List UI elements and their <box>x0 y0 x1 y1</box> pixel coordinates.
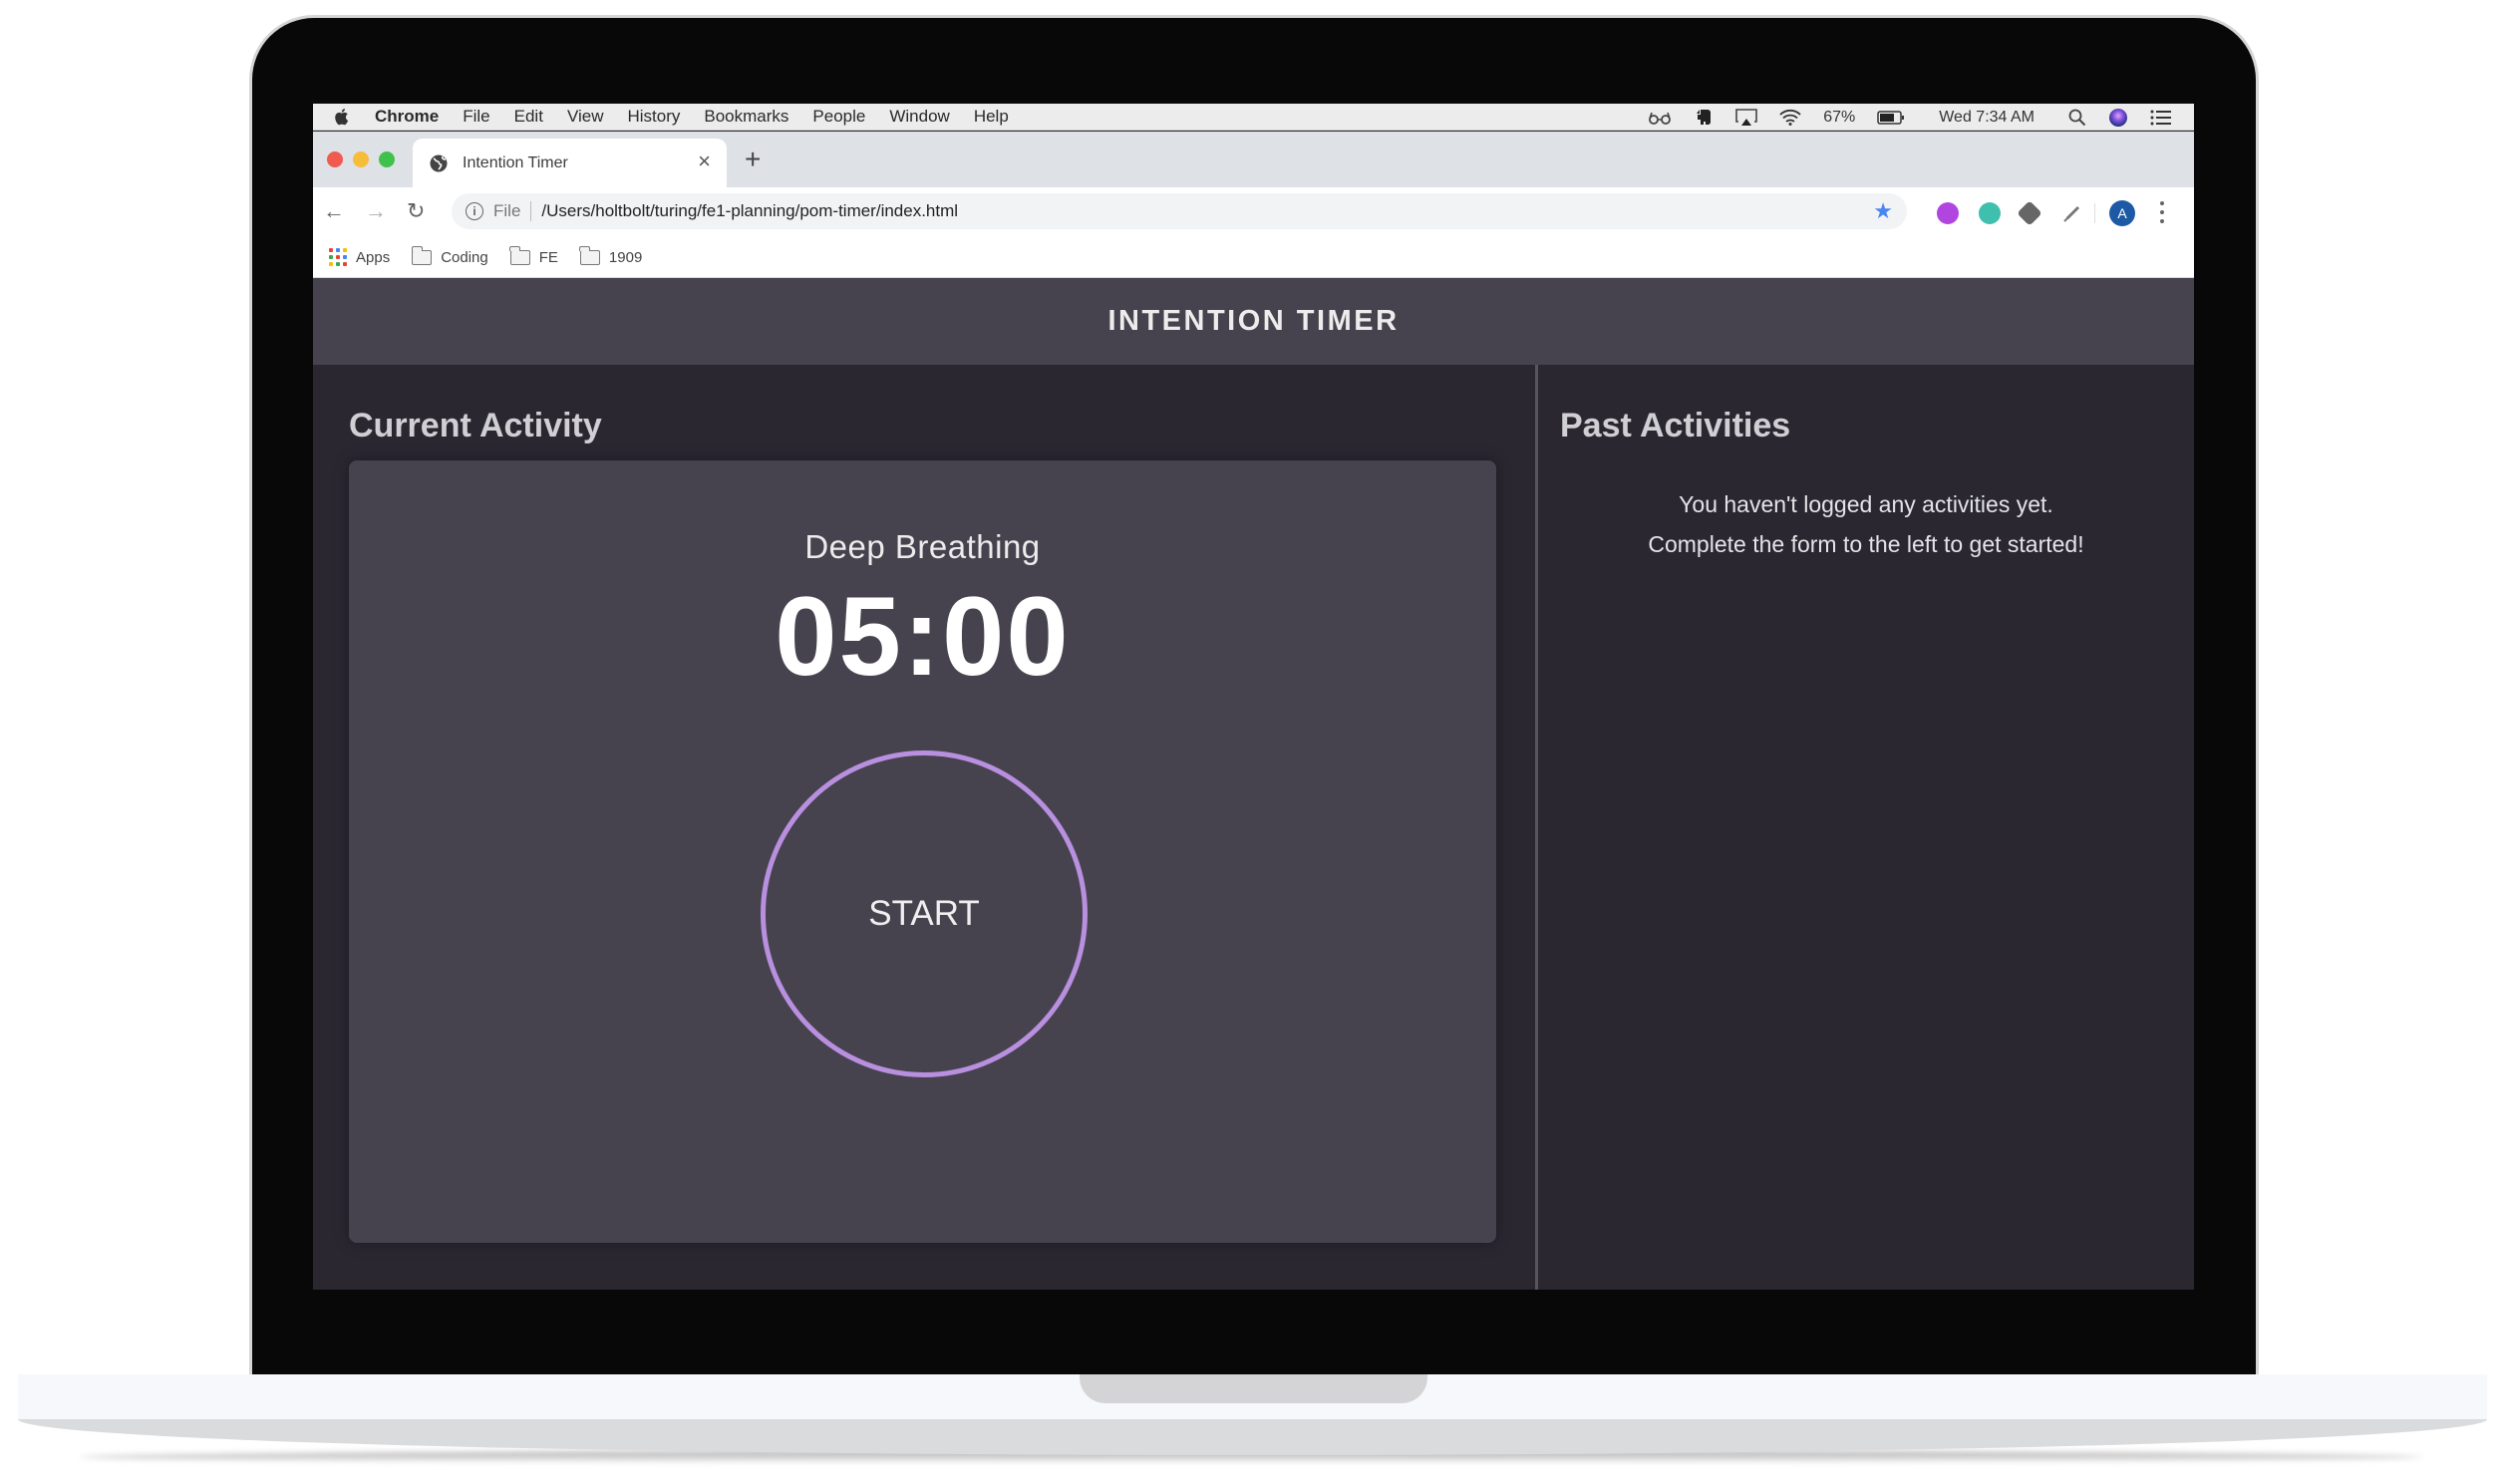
battery-icon[interactable] <box>1877 110 1905 125</box>
apple-icon[interactable] <box>333 107 353 127</box>
current-activity-panel: Current Activity Deep Breathing 05:00 ST… <box>313 365 1535 1290</box>
bookmark-label: FE <box>538 248 558 266</box>
extension-purple-icon[interactable] <box>1937 202 1959 224</box>
window-minimize-button[interactable] <box>353 151 369 167</box>
empty-state-line-1: You haven't logged any activities yet. <box>1679 491 2053 517</box>
menu-file[interactable]: File <box>463 107 489 127</box>
folder-icon <box>579 245 600 265</box>
timer-card: Deep Breathing 05:00 START <box>349 460 1496 1243</box>
menu-clock[interactable]: Wed 7:34 AM <box>1939 109 2034 127</box>
bookmark-label: Coding <box>441 248 488 266</box>
mac-menu-bar: Chrome File Edit View History Bookmarks … <box>313 104 2194 131</box>
past-activities-panel: Past Activities You haven't logged any a… <box>1538 365 2194 1290</box>
address-bar[interactable]: i File /Users/holtbolt/turing/fe1-planni… <box>452 193 1907 229</box>
start-label: START <box>868 894 980 933</box>
profile-avatar[interactable]: A <box>2109 200 2135 226</box>
menu-edit[interactable]: Edit <box>514 107 543 127</box>
menu-view[interactable]: View <box>567 107 604 127</box>
menu-help[interactable]: Help <box>974 107 1009 127</box>
siri-icon[interactable] <box>2108 108 2128 128</box>
evernote-elephant-icon[interactable] <box>1694 108 1714 128</box>
app-title: INTENTION TIMER <box>1107 305 1400 337</box>
notification-center-icon[interactable] <box>2150 110 2172 126</box>
extension-layers-icon[interactable] <box>2017 200 2042 226</box>
bookmark-label: Apps <box>356 248 391 266</box>
reload-button[interactable]: ↻ <box>407 199 425 223</box>
empty-state-line-2: Complete the form to the left to get sta… <box>1648 531 2084 557</box>
past-activities-heading: Past Activities <box>1560 407 1791 445</box>
tab-intention-timer[interactable]: Intention Timer × <box>413 139 727 187</box>
laptop-notch <box>1080 1374 1427 1403</box>
start-button[interactable]: START <box>761 750 1088 1077</box>
extension-highlighter-icon[interactable] <box>2061 202 2083 224</box>
current-activity-heading: Current Activity <box>349 407 602 445</box>
battery-percent: 67% <box>1823 108 1856 126</box>
tab-strip: Intention Timer × + <box>313 132 2194 187</box>
timer-display: 05:00 <box>775 574 1071 699</box>
address-separator <box>530 201 532 221</box>
bookmark-star-icon[interactable]: ★ <box>1873 199 1893 223</box>
bookmark-1909[interactable]: 1909 <box>579 245 643 266</box>
extension-teal-icon[interactable] <box>1979 202 2001 224</box>
window-close-button[interactable] <box>327 151 343 167</box>
folder-icon <box>509 245 530 265</box>
bookmark-coding[interactable]: Coding <box>411 245 488 266</box>
chrome-menu-icon[interactable] <box>2160 201 2164 223</box>
address-url[interactable]: /Users/holtbolt/turing/fe1-planning/pom-… <box>541 201 958 221</box>
folder-icon <box>411 245 433 265</box>
new-tab-button[interactable]: + <box>745 146 761 173</box>
window-zoom-button[interactable] <box>379 151 395 167</box>
browser-toolbar: ← → ↻ i File /Users/holtbolt/turing/fe1-… <box>313 187 2194 237</box>
globe-icon <box>429 153 449 173</box>
wifi-icon[interactable] <box>1779 109 1801 126</box>
airplay-icon[interactable] <box>1735 108 1758 127</box>
back-button[interactable]: ← <box>323 199 345 223</box>
menu-bookmarks[interactable]: Bookmarks <box>704 107 788 127</box>
menu-chrome[interactable]: Chrome <box>375 107 439 127</box>
apps-grid-icon <box>329 248 347 266</box>
menu-history[interactable]: History <box>627 107 680 127</box>
bookmark-fe[interactable]: FE <box>509 245 558 266</box>
menu-people[interactable]: People <box>812 107 865 127</box>
tab-title: Intention Timer <box>463 153 568 171</box>
app-header: INTENTION TIMER <box>313 278 2194 365</box>
bookmark-apps[interactable]: Apps <box>329 248 390 266</box>
glasses-icon[interactable] <box>1648 111 1672 125</box>
bookmarks-bar: Apps Coding FE 1909 <box>313 237 2194 278</box>
address-scheme: File <box>493 201 521 220</box>
menu-window[interactable]: Window <box>889 107 949 127</box>
laptop-base-bottom <box>18 1419 2487 1455</box>
tab-close-icon[interactable]: × <box>698 150 711 172</box>
screen: Chrome File Edit View History Bookmarks … <box>313 104 2194 1290</box>
activity-name: Deep Breathing <box>804 528 1041 565</box>
forward-button[interactable]: → <box>365 199 387 223</box>
bookmark-label: 1909 <box>608 248 643 266</box>
menu-status-area: 67% Wed 7:34 AM <box>1648 104 2172 131</box>
toolbar-divider <box>2094 203 2095 223</box>
spotlight-search-icon[interactable] <box>2068 109 2086 127</box>
empty-state-message: You haven't logged any activities yet. C… <box>1538 484 2194 564</box>
site-info-icon[interactable]: i <box>466 202 483 220</box>
